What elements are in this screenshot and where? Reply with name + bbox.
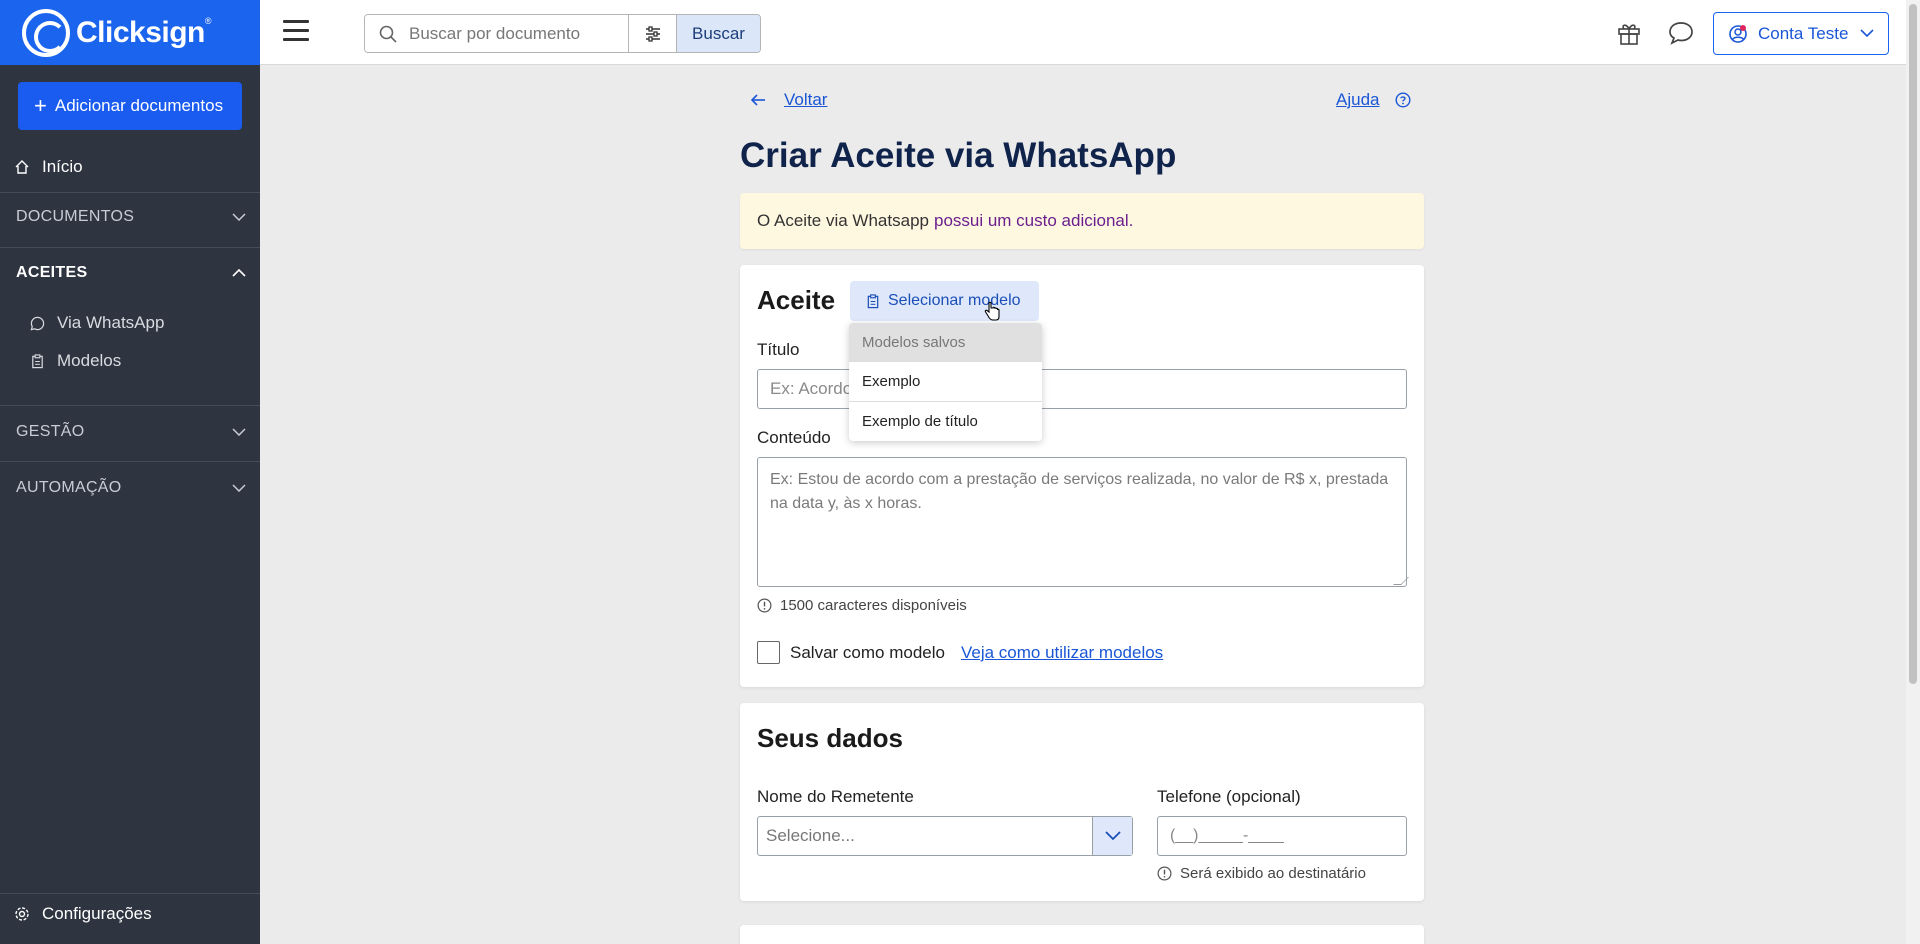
dropdown-header: Modelos salvos [849, 323, 1042, 361]
title-label: Título [757, 340, 800, 359]
home-icon [15, 160, 29, 174]
search-button[interactable]: Buscar [676, 15, 760, 52]
aceite-card: Aceite Selecionar modelo Título Conteúdo… [740, 265, 1424, 687]
save-model-row: Salvar como modelo Veja como utilizar mo… [757, 641, 1163, 664]
scrollbar-thumb[interactable] [1909, 4, 1917, 684]
phone-label: Telefone (opcional) [1157, 787, 1301, 806]
help-label: Ajuda [1336, 90, 1380, 109]
help-circle-icon [1395, 92, 1411, 108]
top-header: Clicksign® Buscar Conta Teste [0, 0, 1920, 65]
sidebar-item-home[interactable]: Início [14, 157, 254, 177]
arrow-left-icon [750, 94, 765, 106]
sidebar-item-label: Modelos [57, 351, 122, 370]
clipboard-icon [867, 293, 879, 308]
page-scrollbar[interactable] [1906, 0, 1920, 944]
section-label: DOCUMENTOS [16, 208, 135, 225]
sidebar-item-settings[interactable]: Configurações [14, 904, 152, 924]
chevron-down-icon [232, 484, 246, 492]
notice-text: O Aceite via Whatsapp [757, 211, 929, 230]
chevron-down-icon [1860, 29, 1874, 38]
sidebar: + Adicionar documentos Início DOCUMENTOS… [0, 65, 260, 944]
menu-toggle-icon[interactable] [283, 20, 309, 42]
select-model-button[interactable]: Selecionar modelo [850, 281, 1039, 321]
sender-label: Nome do Remetente [757, 787, 914, 806]
section-label: AUTOMAÇÃO [16, 479, 122, 496]
content-label: Conteúdo [757, 428, 831, 447]
chevron-down-icon [1104, 831, 1121, 841]
account-name: Conta Teste [1758, 23, 1849, 43]
brand-mark: ® [204, 15, 212, 26]
user-avatar-icon [1729, 24, 1747, 43]
info-icon [757, 598, 772, 613]
sliders-icon [645, 25, 660, 42]
gift-icon[interactable] [1616, 20, 1642, 46]
dropdown-item[interactable]: Exemplo de título [849, 401, 1042, 441]
hand-cursor-icon [984, 301, 1000, 321]
search-field[interactable] [365, 15, 628, 52]
section-label: ACEITES [16, 264, 88, 281]
dropdown-item[interactable]: Exemplo [849, 361, 1042, 401]
section-label: GESTÃO [16, 423, 85, 440]
add-documents-label: Adicionar documentos [54, 96, 224, 115]
clipboard-icon [32, 353, 43, 368]
search-bar: Buscar [364, 14, 761, 53]
clicksign-logo-icon [22, 8, 70, 57]
sidebar-section-gestao[interactable]: GESTÃO [16, 423, 246, 441]
phone-hint: Será exibido ao destinatário [1157, 865, 1366, 882]
sidebar-section-documentos[interactable]: DOCUMENTOS [16, 208, 246, 226]
logo[interactable]: Clicksign® [0, 0, 260, 65]
chat-icon[interactable] [1668, 20, 1694, 46]
add-documents-button[interactable]: + Adicionar documentos [18, 82, 242, 130]
seus-dados-card: Seus dados Nome do Remetente Selecione..… [740, 703, 1424, 901]
account-menu-button[interactable]: Conta Teste [1713, 12, 1889, 55]
filter-button[interactable] [628, 15, 676, 52]
phone-input[interactable] [1157, 816, 1407, 856]
chevron-down-icon [232, 428, 246, 436]
sender-select-value: Selecione... [766, 826, 855, 845]
cost-notice: O Aceite via Whatsapp possui um custo ad… [740, 193, 1424, 249]
brand-name: Clicksign [76, 15, 205, 49]
chevron-up-icon [232, 269, 246, 277]
aceite-title: Aceite [757, 285, 836, 315]
next-card [740, 925, 1424, 944]
sidebar-section-automacao[interactable]: AUTOMAÇÃO [16, 479, 246, 497]
sidebar-item-modelos[interactable]: Modelos [30, 351, 121, 371]
chars-counter-text: 1500 caracteres disponíveis [780, 597, 967, 614]
content-textarea[interactable] [757, 457, 1407, 587]
sidebar-item-via-whatsapp[interactable]: Via WhatsApp [30, 313, 164, 333]
back-link[interactable]: Voltar [750, 90, 827, 110]
search-input[interactable] [409, 23, 619, 44]
chars-counter: 1500 caracteres disponíveis [757, 597, 967, 614]
save-model-label[interactable]: Salvar como modelo [790, 643, 945, 663]
phone-hint-text: Será exibido ao destinatário [1180, 865, 1366, 882]
save-model-checkbox[interactable] [757, 641, 780, 664]
help-link[interactable]: Ajuda [1336, 90, 1411, 110]
how-to-use-models-link[interactable]: Veja como utilizar modelos [961, 643, 1163, 663]
whatsapp-icon [30, 316, 45, 330]
sidebar-item-label: Início [42, 157, 83, 176]
search-icon [379, 25, 397, 43]
sender-select[interactable]: Selecione... [757, 816, 1133, 856]
saved-models-dropdown: Modelos salvos Exemplo Exemplo de título [849, 323, 1042, 441]
seus-dados-title: Seus dados [757, 723, 903, 753]
notice-cost: possui um custo adicional. [933, 211, 1134, 230]
plus-icon: + [34, 93, 47, 118]
gear-icon [15, 907, 29, 921]
select-arrow[interactable] [1092, 817, 1132, 855]
chevron-down-icon [232, 213, 246, 221]
back-label: Voltar [784, 90, 828, 109]
settings-label: Configurações [42, 904, 152, 923]
sidebar-section-aceites[interactable]: ACEITES [16, 264, 246, 282]
page-title: Criar Aceite via WhatsApp [740, 136, 1177, 175]
info-icon [1157, 866, 1172, 881]
sidebar-item-label: Via WhatsApp [57, 313, 165, 332]
